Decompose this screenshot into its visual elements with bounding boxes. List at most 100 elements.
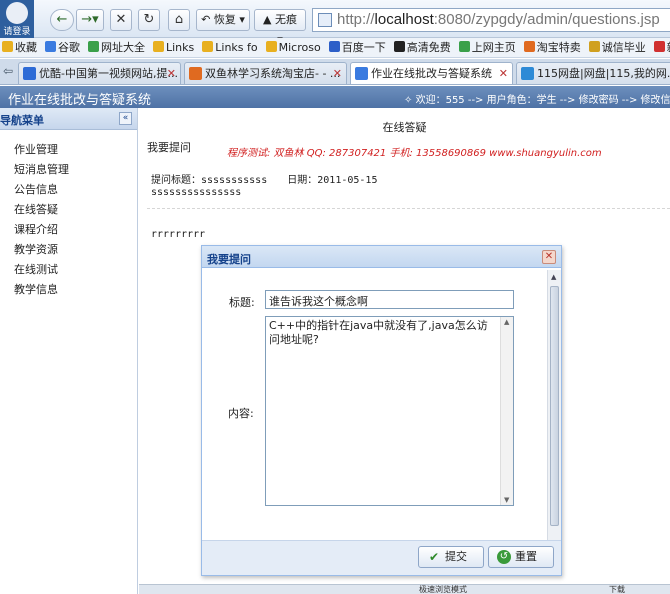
incognito-icon: ▲ bbox=[263, 13, 272, 26]
dialog-close-button[interactable]: ✕ bbox=[542, 250, 556, 264]
scroll-up-icon[interactable]: ▲ bbox=[504, 318, 509, 326]
question-info: 提问标题：sssssssssss 日期：2011-05-15 sssssssss… bbox=[151, 175, 377, 199]
tab-favicon-icon bbox=[189, 67, 202, 80]
reset-label: 重置 bbox=[515, 550, 537, 563]
bookmark-item[interactable]: Microso bbox=[264, 38, 324, 57]
login-label: 请登录 bbox=[3, 27, 31, 37]
collapse-icon[interactable]: « bbox=[119, 112, 132, 125]
bookmark-icon bbox=[458, 41, 470, 52]
bookmark-item[interactable]: Links bbox=[151, 38, 197, 57]
bookmark-item[interactable]: 淘宝特卖 bbox=[522, 38, 584, 57]
browser-tab[interactable]: 115网盘|网盘|115,我的网... bbox=[516, 62, 670, 84]
incognito-label: 无痕 bbox=[274, 13, 297, 26]
title-input[interactable]: 谁告诉我这个概念啊 bbox=[265, 290, 514, 309]
bookmark-icon bbox=[153, 41, 164, 52]
question-date: 2011-05-15 bbox=[317, 175, 378, 186]
dialog-header[interactable]: 我要提问 ✕ bbox=[202, 246, 561, 268]
browser-tab[interactable]: 作业在线批改与答疑系统 ✕ bbox=[350, 62, 513, 84]
tab-close-icon[interactable]: ✕ bbox=[499, 63, 508, 84]
content-label: 内容: bbox=[228, 407, 254, 420]
browser-tab[interactable]: 双鱼林学习系统淘宝店- - ... ✕ bbox=[184, 62, 347, 84]
bookmark-label: Links bbox=[166, 41, 195, 54]
question-title-continued: sssssssssssssss bbox=[151, 187, 242, 198]
bookmark-icon bbox=[88, 41, 99, 52]
welcome-text[interactable]: 欢迎：555 --> 用户角色：学生 --> 修改密码 --> 修改信 bbox=[416, 95, 670, 106]
stop-button[interactable]: ✕ bbox=[110, 9, 132, 31]
sidebar-item[interactable]: 课程介绍 bbox=[0, 220, 137, 240]
bookmark-icon bbox=[328, 41, 340, 52]
bookmark-item[interactable]: 诚信毕业 bbox=[587, 38, 649, 57]
chevron-down-icon: ▾ bbox=[239, 13, 245, 26]
bookmark-label: 谷歌 bbox=[58, 41, 80, 54]
tab-strip: ⇦ 优酷-中国第一视频网站,提... ✕ 双鱼林学习系统淘宝店- - ... ✕ 作业在… bbox=[0, 59, 670, 85]
submit-label: 提交 bbox=[445, 550, 467, 563]
textarea-scrollbar[interactable]: ▲ ▼ bbox=[500, 317, 513, 505]
checkmark-icon: ✔ bbox=[428, 550, 440, 564]
ask-question-link[interactable]: 我要提问 bbox=[147, 139, 191, 155]
bookmark-label: Links fo bbox=[215, 41, 258, 54]
incognito-button[interactable]: ▲ 无痕 ▾ bbox=[254, 9, 306, 46]
address-bar[interactable]: http://localhost:8080/zypgdy/admin/quest… bbox=[312, 8, 670, 32]
bookmark-item[interactable]: Links fo bbox=[200, 38, 260, 57]
dialog-footer: ✔ 提交 ↺ 重置 bbox=[202, 540, 561, 575]
tab-label: 115网盘|网盘|115,我的网... bbox=[537, 67, 670, 80]
address-rest: :8080/zypgdy/admin/questions.jsp bbox=[433, 11, 660, 28]
login-avatar[interactable]: 请登录 bbox=[0, 0, 34, 38]
home-button[interactable]: ⌂ bbox=[168, 9, 190, 31]
dialog-scrollbar[interactable]: ▲ bbox=[547, 270, 561, 540]
tab-label: 优酷-中国第一视频网站,提... bbox=[39, 67, 178, 80]
bookmark-label: Microso bbox=[278, 41, 321, 54]
date-label: 日期： bbox=[287, 175, 318, 186]
download-label[interactable]: 下载 bbox=[609, 585, 625, 594]
tab-close-icon[interactable]: ✕ bbox=[333, 63, 342, 84]
bookmark-item[interactable]: 新浪 bbox=[652, 38, 670, 57]
back-button[interactable]: ← bbox=[50, 9, 74, 31]
forward-button[interactable]: →▾ bbox=[76, 9, 104, 31]
scroll-down-icon[interactable]: ▼ bbox=[504, 496, 509, 504]
tab-scroll-left-icon[interactable]: ⇦ bbox=[3, 64, 13, 78]
bookmark-item[interactable]: 上网主页 bbox=[457, 38, 519, 57]
sidebar-item[interactable]: 教学信息 bbox=[0, 280, 137, 300]
promo-text: 程序测试: 双鱼林 QQ: 287307421 手机: 13558690869 … bbox=[227, 148, 602, 159]
sidebar-item[interactable]: 在线测试 bbox=[0, 260, 137, 280]
home-icon: ⌂ bbox=[174, 12, 184, 27]
bookmark-label: 淘宝特卖 bbox=[536, 41, 581, 54]
sidebar-item[interactable]: 作业管理 bbox=[0, 140, 137, 160]
bookmark-item[interactable]: 谷歌 bbox=[43, 38, 83, 57]
sidebar-item[interactable]: 短消息管理 bbox=[0, 160, 137, 180]
refresh-button[interactable]: ↻ bbox=[138, 9, 160, 31]
sidebar-item[interactable]: 在线答疑 bbox=[0, 200, 137, 220]
reset-button[interactable]: ↺ 重置 bbox=[488, 546, 554, 568]
bookmark-item[interactable]: 收藏 bbox=[0, 38, 40, 57]
sidebar-item[interactable]: 教学资源 bbox=[0, 240, 137, 260]
scrollbar-thumb[interactable] bbox=[550, 286, 559, 526]
browse-mode-label[interactable]: 极速浏览模式 bbox=[419, 585, 467, 594]
bookmark-icon bbox=[588, 41, 600, 52]
content-textarea[interactable]: C++中的指针在java中就没有了,java怎么访问地址呢? ▲ ▼ bbox=[265, 316, 514, 506]
address-prefix: http:// bbox=[337, 11, 375, 28]
bookmark-item[interactable]: 高清免费 bbox=[392, 38, 454, 57]
close-icon: ✕ bbox=[115, 12, 127, 27]
wand-icon: ✧ bbox=[404, 95, 413, 106]
tab-favicon-icon bbox=[23, 67, 36, 80]
bookmark-item[interactable]: 网址大全 bbox=[86, 38, 148, 57]
reset-icon: ↺ bbox=[497, 550, 511, 564]
avatar-icon bbox=[6, 2, 28, 24]
tab-favicon-icon bbox=[355, 67, 368, 80]
browser-tab[interactable]: 优酷-中国第一视频网站,提... ✕ bbox=[18, 62, 181, 84]
restore-button[interactable]: ↶ 恢复 ▾ bbox=[196, 9, 250, 31]
sidebar-item[interactable]: 公告信息 bbox=[0, 180, 137, 200]
scroll-up-icon[interactable]: ▲ bbox=[551, 273, 556, 281]
bookmark-icon bbox=[45, 41, 56, 52]
status-bar: 极速浏览模式 下载 bbox=[139, 584, 670, 594]
forward-arrow-icon: →▾ bbox=[81, 12, 99, 27]
content-text[interactable]: C++中的指针在java中就没有了,java怎么访问地址呢? bbox=[266, 317, 500, 505]
bookmark-item[interactable]: 百度一下 bbox=[327, 38, 389, 57]
address-host: localhost bbox=[374, 11, 434, 28]
page-icon bbox=[318, 13, 332, 27]
back-arrow-icon: ← bbox=[56, 12, 68, 27]
dialog-title: 我要提问 bbox=[207, 253, 251, 266]
bookmarks-bar: 收藏 谷歌 网址大全 Links Links fo Microso 百度一下 高清免费 上网主页… bbox=[0, 38, 670, 58]
tab-close-icon[interactable]: ✕ bbox=[167, 63, 176, 84]
submit-button[interactable]: ✔ 提交 bbox=[418, 546, 484, 568]
